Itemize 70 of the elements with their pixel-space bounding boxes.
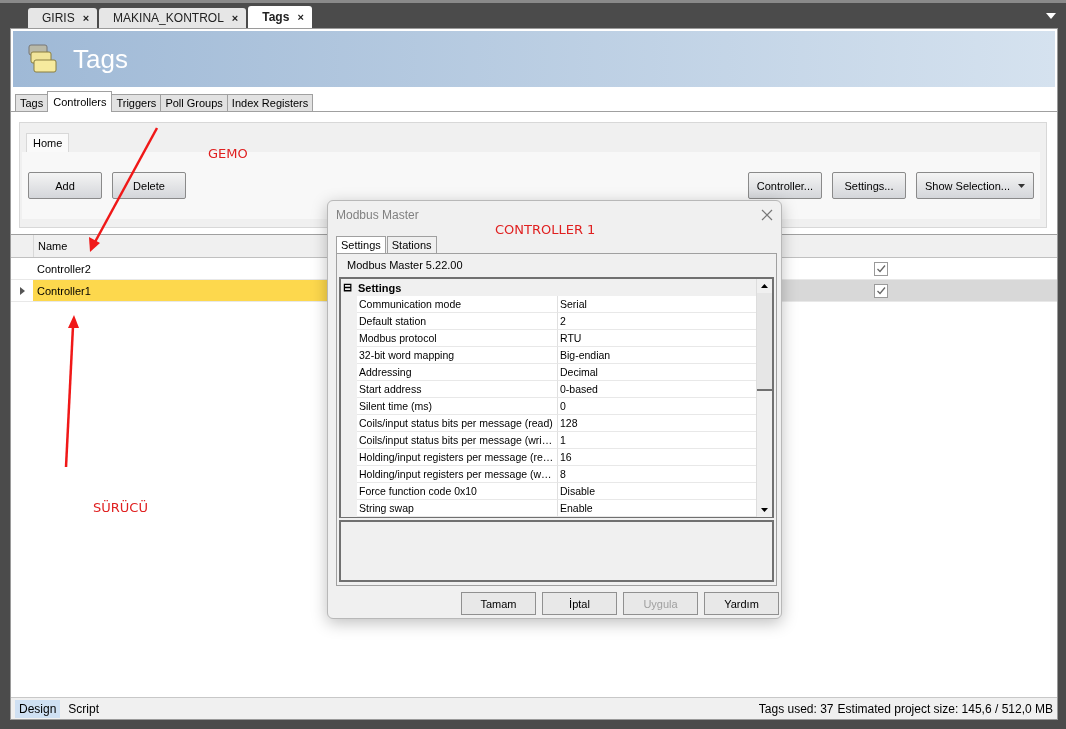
dialog-title: Modbus Master [336, 207, 419, 222]
view-tab[interactable]: Script [64, 699, 104, 718]
close-icon[interactable]: × [231, 12, 239, 24]
property-value[interactable]: Disable [558, 483, 756, 500]
table-cell: Controller1 [37, 284, 91, 297]
page-title: Tags [73, 43, 128, 75]
close-icon[interactable]: × [297, 11, 304, 23]
tab[interactable]: Triggers [111, 94, 162, 111]
toolbar-button[interactable]: Controller... [747, 172, 822, 199]
property-name: Holding/input registers per message (re… [357, 449, 558, 466]
project-size-text: Estimated project size: 145,6 / 512,0 MB [837, 701, 1053, 716]
tags-used-text: Tags used: 37 [758, 701, 834, 716]
row-pointer-icon [19, 286, 25, 295]
annotation-text: GEMO [208, 146, 248, 161]
dialog-button[interactable]: Yardım [704, 592, 779, 615]
property-name: Holding/input registers per message (w… [357, 466, 558, 483]
property-value[interactable]: RTU [558, 330, 756, 347]
property-value[interactable]: Big-endian [558, 347, 756, 364]
checkbox[interactable] [874, 283, 888, 298]
category-label: Settings [358, 281, 402, 294]
dropdown-button[interactable]: Show Selection... [916, 172, 1034, 199]
checkbox[interactable] [874, 261, 888, 276]
document-tab[interactable]: Tags × [248, 6, 312, 28]
property-value[interactable]: 8 [558, 466, 756, 483]
property-name: Coils/input status bits per message (read) [357, 415, 558, 432]
dialog-button[interactable]: Tamam [461, 592, 536, 615]
view-tab[interactable]: Design [15, 699, 61, 718]
property-name: Coils/input status bits per message (wri… [357, 432, 558, 449]
property-value[interactable]: 128 [558, 415, 756, 432]
tab[interactable]: Index Registers [226, 94, 314, 111]
scrollbar[interactable] [756, 279, 772, 517]
document-tab[interactable]: MAKINA_KONTROL × [99, 8, 247, 28]
property-value[interactable]: 0-based [558, 381, 756, 398]
close-icon[interactable] [761, 208, 773, 221]
tab[interactable]: Settings [336, 236, 386, 253]
tab[interactable]: Controllers [47, 91, 113, 112]
property-name: Modbus protocol [357, 330, 558, 347]
property-name: 32-bit word mapping [357, 347, 558, 364]
property-value[interactable]: Enable [558, 500, 756, 517]
caret-icon [1018, 183, 1025, 188]
tab[interactable]: Tags [15, 94, 49, 111]
document-tab[interactable]: GIRIS × [28, 8, 98, 28]
tab[interactable]: Poll Groups [160, 94, 228, 111]
version-text: Modbus Master 5.22.00 [346, 258, 464, 273]
dropdown-icon[interactable] [1046, 13, 1056, 19]
property-value[interactable]: 1 [558, 432, 756, 449]
property-value[interactable]: Serial [558, 296, 756, 313]
property-value[interactable]: 16 [558, 449, 756, 466]
property-name: String swap [357, 500, 558, 517]
property-value[interactable]: Decimal [558, 364, 756, 381]
property-name: Start address [357, 381, 558, 398]
property-name: Addressing [357, 364, 558, 381]
table-cell: Controller2 [37, 262, 91, 275]
property-value[interactable]: 0 [558, 398, 756, 415]
close-icon[interactable]: × [82, 12, 90, 24]
annotation-text: SÜRÜCÜ [93, 500, 148, 515]
tags-icon [25, 42, 59, 76]
property-name: Force function code 0x10 [357, 483, 558, 500]
toolbar-button[interactable]: Delete [112, 172, 186, 199]
dialog-button[interactable]: İptal [542, 592, 617, 615]
collapse-toggle[interactable]: ⊟ [343, 281, 352, 294]
toolbar-button[interactable]: Settings... [832, 172, 906, 199]
property-name: Default station [357, 313, 558, 330]
property-name: Silent time (ms) [357, 398, 558, 415]
property-value[interactable]: 2 [558, 313, 756, 330]
toolbar-button[interactable]: Add [28, 172, 102, 199]
tab[interactable]: Stations [386, 236, 437, 253]
ribbon-tab[interactable]: Home [26, 133, 70, 152]
property-name: Communication mode [357, 296, 558, 313]
annotation-text: CONTROLLER 1 [495, 222, 596, 237]
